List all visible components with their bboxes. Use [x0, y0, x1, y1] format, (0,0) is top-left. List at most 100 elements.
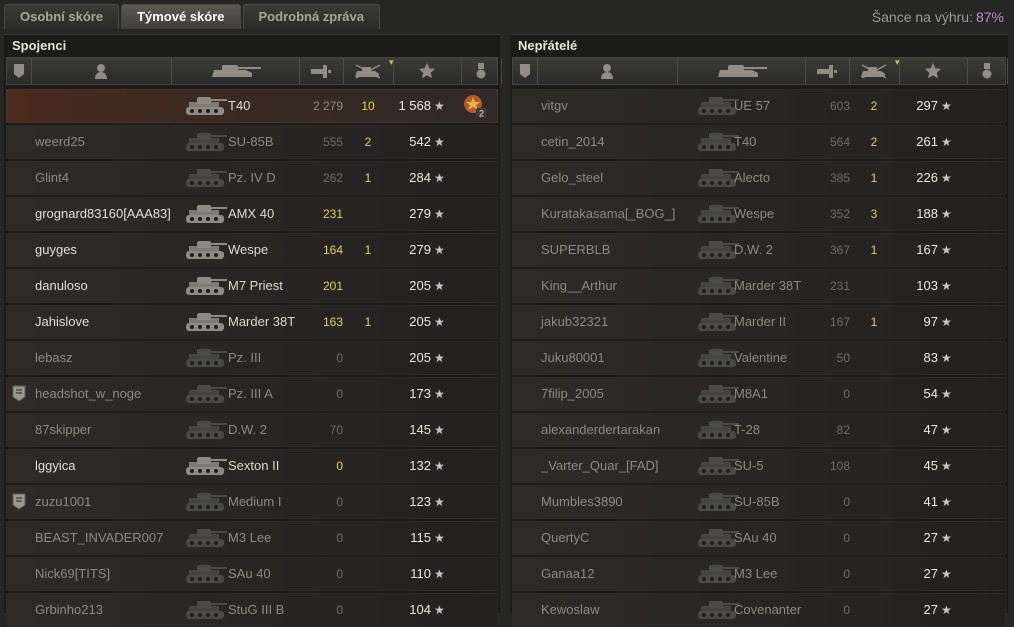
tank-icon [183, 597, 229, 626]
kills-value: 3 [870, 207, 878, 221]
tab-detailed-report[interactable]: Podrobná zpráva [242, 4, 380, 29]
tank-contour-icon [186, 421, 227, 439]
experience-value: 104 [409, 602, 431, 617]
achievement-medal-icon[interactable]: 2 [461, 93, 489, 122]
rank-badge-icon [12, 493, 26, 513]
tank-name: SAu 40 [734, 530, 777, 545]
experience-value: 103 [916, 278, 938, 293]
damage-value: 385 [829, 171, 850, 185]
player-row[interactable]: weerd25 SU-85B 555 2 542 ★ [6, 125, 498, 159]
player-row[interactable]: QuertyC SAu 40 0 27 ★ [512, 521, 1006, 555]
damage-value: 262 [322, 171, 343, 185]
experience-value: 41 [923, 494, 938, 509]
badge-shape [12, 493, 26, 510]
player-row[interactable]: jakub32321 Marder II 167 1 97 ★ [512, 305, 1006, 339]
player-name: Kuratakasama[_BOG_] [541, 206, 676, 221]
tab-personal-score[interactable]: Osobní skóre [4, 4, 120, 29]
player-row[interactable]: lebasz Pz. III 0 205 ★ [6, 341, 498, 375]
player-row[interactable]: danuloso M7 Priest 201 205 ★ [6, 269, 498, 303]
tank-contour-icon [186, 529, 227, 547]
tank-contour-icon [186, 349, 227, 367]
player-row[interactable]: Glint4 Pz. IV D 262 1 284 ★ [6, 161, 498, 195]
tank-name: Marder II [734, 314, 787, 329]
player-row[interactable]: 87skipper D.W. 2 70 145 ★ [6, 413, 498, 447]
player-row[interactable]: alexanderdertarakan T-28 82 47 ★ [512, 413, 1006, 447]
player-row[interactable]: Juku80001 Valentine 50 83 ★ [512, 341, 1006, 375]
column-medal-header[interactable] [967, 58, 1008, 84]
star-icon: ★ [941, 603, 952, 617]
player-row[interactable]: _Varter_Quar_[FAD] SU-5 108 45 ★ [512, 449, 1006, 483]
damage-value: 2 279 [312, 99, 343, 113]
damage-value: 0 [843, 567, 850, 581]
player-row[interactable]: grognard83160[AAA83] AMX 40 231 279 ★ [6, 197, 498, 231]
allies-title: Spojenci [12, 38, 67, 53]
player-row[interactable]: BEAST_INVADER007 M3 Lee 0 115 ★ [6, 521, 498, 555]
star-icon: ★ [434, 603, 445, 617]
player-name: Juku80001 [541, 350, 605, 365]
column-player-header[interactable] [537, 58, 678, 84]
player-row[interactable]: Gelo_steel Alecto 385 1 226 ★ [512, 161, 1006, 195]
player-row[interactable]: Mumbles3890 SU-85B 0 41 ★ [512, 485, 1006, 519]
damage-value: 352 [829, 207, 850, 221]
star-icon: ★ [434, 387, 445, 401]
win-chance: Šance na výhru: 87% [872, 9, 1004, 25]
column-player-header[interactable] [31, 58, 172, 84]
column-damage-header[interactable] [299, 58, 344, 84]
player-row[interactable]: lggyica Sexton II 0 132 ★ [6, 449, 498, 483]
tank-name: StuG III B [228, 602, 285, 617]
star-icon: ★ [941, 243, 952, 257]
column-tank-header[interactable] [171, 58, 300, 84]
player-name: guyges [35, 242, 77, 257]
column-kills-header[interactable] [849, 58, 900, 84]
column-experience-star-header[interactable]: ▾ [389, 57, 462, 84]
player-row[interactable]: Kewoslaw Covenanter 0 27 ★ [512, 593, 1006, 627]
player-row[interactable]: Grbinho213 StuG III B 0 104 ★ [6, 593, 498, 627]
star-icon: ★ [434, 207, 445, 221]
column-medal-header[interactable] [461, 58, 502, 84]
column-tank-header[interactable] [677, 58, 806, 84]
experience-value: 173 [409, 386, 431, 401]
kills-value: 1 [870, 315, 878, 329]
experience-value: 145 [409, 422, 431, 437]
star-icon: ★ [941, 423, 952, 437]
player-row[interactable]: Kuratakasama[_BOG_] Wespe 352 3 188 ★ [512, 197, 1006, 231]
player-row[interactable]: cetin_2014 T40 564 2 261 ★ [512, 125, 1006, 159]
player-row[interactable]: T40 2 279 10 1 568 ★ 2 [6, 89, 498, 123]
star-icon: ★ [941, 351, 952, 365]
tab-team-score[interactable]: Týmové skóre [121, 4, 241, 29]
column-damage-header[interactable] [805, 58, 850, 84]
experience-value: 279 [409, 242, 431, 257]
tank-name: D.W. 2 [734, 242, 774, 257]
column-experience-star-header[interactable]: ▾ [895, 57, 968, 84]
experience-value: 45 [923, 458, 938, 473]
damage-value: 0 [843, 495, 850, 509]
damage-value: 0 [336, 531, 343, 545]
player-row[interactable]: headshot_w_noge Pz. III A 0 173 ★ [6, 377, 498, 411]
column-kills-header[interactable] [343, 58, 394, 84]
experience-value: 123 [409, 494, 431, 509]
damage-value: 0 [843, 531, 850, 545]
star-icon: ★ [434, 135, 445, 149]
player-row[interactable]: vitgv UE 57 603 2 297 ★ [512, 89, 1006, 123]
medal-icon [476, 63, 486, 79]
player-row[interactable]: King__Arthur Marder 38T 231 103 ★ [512, 269, 1006, 303]
allies-rows: T40 2 279 10 1 568 ★ 2 weerd25 SU-85B 555 2 542 ★ Gl… [4, 89, 500, 627]
column-badge-header[interactable] [513, 58, 538, 84]
experience-value: 167 [916, 242, 938, 257]
star-icon: ★ [434, 567, 445, 581]
tank-icon [183, 381, 229, 410]
damage-value: 163 [322, 315, 343, 329]
player-row[interactable]: 7filip_2005 M8A1 0 54 ★ [512, 377, 1006, 411]
tank-name: UE 57 [734, 98, 771, 113]
player-row[interactable]: Jahislove Marder 38T 163 1 205 ★ [6, 305, 498, 339]
player-row[interactable]: zuzu1001 Medium I 0 123 ★ [6, 485, 498, 519]
player-row[interactable]: guyges Wespe 164 1 279 ★ [6, 233, 498, 267]
tab-bar: Osobní skóre Týmové skóre Podrobná zpráv… [4, 4, 380, 30]
player-row[interactable]: SUPERBLB D.W. 2 367 1 167 ★ [512, 233, 1006, 267]
column-badge-header[interactable] [7, 58, 32, 84]
star-icon: ★ [941, 279, 952, 293]
star-icon: ★ [434, 279, 445, 293]
player-row[interactable]: Nick69[TITS] SAu 40 0 110 ★ [6, 557, 498, 591]
tank-name: Wespe [228, 242, 269, 257]
player-row[interactable]: Ganaa12 M3 Lee 0 27 ★ [512, 557, 1006, 591]
